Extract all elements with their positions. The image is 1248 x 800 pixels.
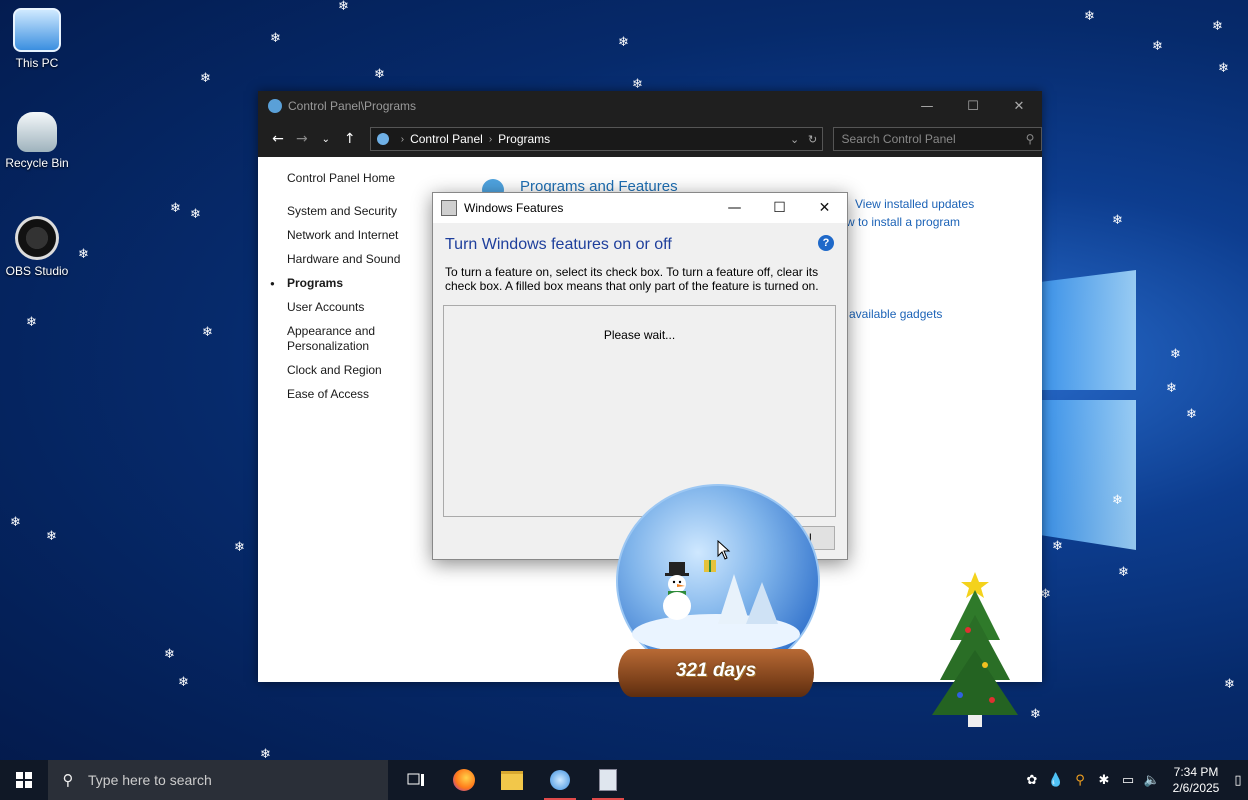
desktop-icon-label: Recycle Bin — [5, 156, 69, 170]
recycle-bin-icon — [17, 112, 57, 152]
search-placeholder: Search Control Panel — [841, 132, 956, 146]
forward-arrow-icon[interactable]: → — [290, 131, 314, 147]
chevron-right-icon: › — [400, 133, 405, 145]
address-bar[interactable]: › Control Panel › Programs ⌄ ↻ — [369, 127, 823, 151]
task-view-icon — [407, 773, 424, 786]
snow-globe-widget[interactable]: 321 days — [614, 484, 820, 706]
search-input[interactable]: Search Control Panel ⚲ — [832, 127, 1043, 151]
how-to-install-link[interactable]: w to install a program — [846, 215, 960, 229]
task-view-button[interactable] — [392, 760, 440, 800]
view-installed-updates-link[interactable]: View installed updates — [855, 197, 974, 211]
notification-icon[interactable]: ▯ — [1228, 773, 1248, 788]
folder-icon — [501, 770, 523, 790]
desktop-icon-label: OBS Studio — [5, 264, 69, 278]
desktop-icon-label: This PC — [15, 56, 59, 70]
maximize-button[interactable]: ☐ — [950, 99, 996, 114]
left-navigation: Control Panel Home System and Security N… — [270, 171, 417, 411]
nav-network-and-internet[interactable]: Network and Internet — [287, 228, 417, 243]
nav-control-panel-home[interactable]: Control Panel Home — [287, 171, 417, 186]
back-arrow-icon[interactable]: ← — [266, 131, 290, 147]
windows-features-icon — [599, 769, 617, 791]
control-panel-address-icon — [376, 133, 389, 145]
system-tray: ✿ 💧 ⚲ ✱ ▭ 🔈 7:34 PM 2/6/2025 ▯ — [1020, 760, 1248, 800]
nav-user-accounts[interactable]: User Accounts — [287, 300, 417, 315]
control-panel-icon — [550, 770, 570, 790]
christmas-tree-icon — [932, 572, 1018, 727]
nav-system-and-security[interactable]: System and Security — [287, 204, 417, 219]
dialog-title-bar[interactable]: Windows Features — ☐ ✕ — [433, 193, 847, 223]
days-counter: 321 days — [675, 660, 757, 681]
dialog-description: To turn a feature on, select its check b… — [445, 265, 819, 293]
breadcrumb-control-panel[interactable]: Control Panel — [410, 132, 483, 146]
taskbar-control-panel[interactable] — [536, 760, 584, 800]
nav-appearance-and-personalization[interactable]: Appearance and Personalization — [287, 324, 417, 354]
key-icon[interactable]: ⚲ — [1068, 773, 1092, 788]
firefox-icon — [453, 769, 475, 791]
taskbar-windows-features[interactable] — [584, 760, 632, 800]
windows-features-icon — [441, 200, 457, 216]
tray-app-icon[interactable]: ✿ — [1020, 773, 1044, 788]
up-arrow-icon[interactable]: ↑ — [338, 131, 362, 147]
close-button[interactable]: ✕ — [996, 99, 1042, 114]
dialog-title: Windows Features — [464, 201, 564, 215]
help-icon[interactable]: ? — [818, 235, 834, 251]
chevron-down-icon[interactable]: ⌄ — [786, 133, 804, 146]
control-panel-icon — [268, 99, 282, 113]
control-panel-title-bar[interactable]: Control Panel\Programs — ☐ ✕ — [258, 91, 1042, 121]
chevron-right-icon: › — [488, 133, 493, 145]
snowflake-icon[interactable]: ✱ — [1092, 773, 1116, 788]
desktop-icon-this-pc[interactable]: This PC — [0, 8, 74, 70]
volume-icon[interactable]: 🔈 — [1140, 773, 1164, 788]
snowman-icon — [663, 562, 691, 620]
clock[interactable]: 7:34 PM 2/6/2025 — [1164, 764, 1228, 796]
loading-status: Please wait... — [603, 328, 676, 342]
pine-trees-icon — [718, 574, 778, 624]
gift-icon — [704, 560, 716, 572]
window-title: Control Panel\Programs — [288, 99, 417, 113]
taskbar-search-placeholder: Type here to search — [88, 772, 212, 788]
start-button[interactable] — [0, 760, 48, 800]
computer-icon — [13, 8, 61, 52]
minimize-button[interactable]: — — [712, 200, 757, 216]
breadcrumb-programs[interactable]: Programs — [498, 132, 550, 146]
droplet-icon[interactable]: 💧 — [1044, 773, 1068, 788]
close-button[interactable]: ✕ — [802, 200, 847, 216]
taskbar-search-input[interactable]: ⚲ Type here to search — [48, 760, 388, 800]
windows-logo-wallpaper — [1040, 250, 1140, 550]
refresh-icon[interactable]: ↻ — [804, 133, 822, 146]
taskbar: ⚲ Type here to search ✿ 💧 ⚲ ✱ ▭ 🔈 7:34 P… — [0, 760, 1248, 800]
taskbar-firefox[interactable] — [440, 760, 488, 800]
clock-date: 2/6/2025 — [1172, 781, 1220, 795]
desktop-icon-recycle-bin[interactable]: Recycle Bin — [0, 112, 74, 170]
obs-studio-icon — [15, 216, 59, 260]
desktop-icon-obs-studio[interactable]: OBS Studio — [0, 216, 74, 278]
nav-programs[interactable]: Programs — [270, 276, 417, 291]
recent-dropdown-icon[interactable]: ⌄ — [314, 134, 338, 145]
taskbar-file-explorer[interactable] — [488, 760, 536, 800]
snow-globe-base: 321 days — [618, 649, 814, 697]
nav-clock-and-region[interactable]: Clock and Region — [287, 363, 417, 378]
clock-time: 7:34 PM — [1173, 765, 1219, 779]
navigation-bar: ← → ⌄ ↑ › Control Panel › Programs ⌄ ↻ S… — [258, 121, 1043, 157]
windows-start-icon — [16, 772, 32, 788]
mouse-cursor-icon — [717, 540, 731, 560]
nav-hardware-and-sound[interactable]: Hardware and Sound — [287, 252, 417, 267]
gadgets-link[interactable]: available gadgets — [849, 307, 942, 321]
network-icon[interactable]: ▭ — [1116, 773, 1140, 788]
search-icon: ⚲ — [62, 771, 74, 789]
search-icon: ⚲ — [1025, 132, 1035, 146]
dialog-heading: Turn Windows features on or off — [445, 236, 672, 253]
nav-ease-of-access[interactable]: Ease of Access — [287, 387, 417, 402]
maximize-button[interactable]: ☐ — [757, 200, 802, 216]
minimize-button[interactable]: — — [904, 99, 950, 114]
